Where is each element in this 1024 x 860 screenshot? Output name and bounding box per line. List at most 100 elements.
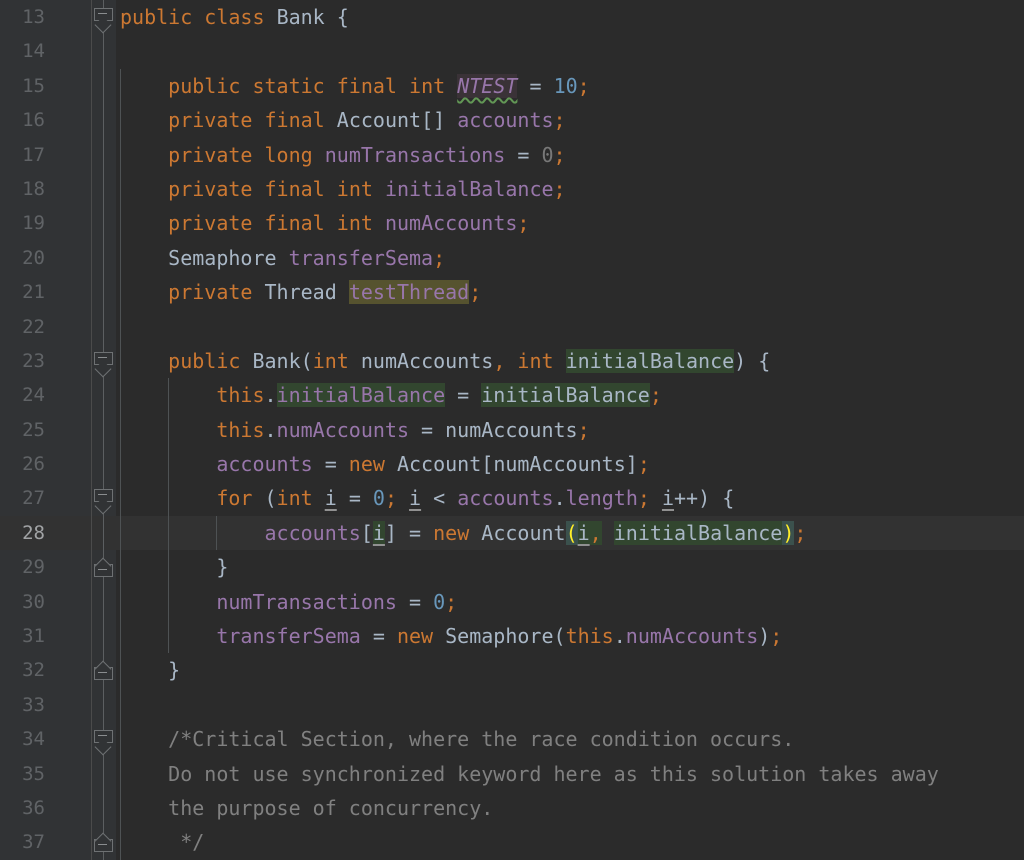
code-structure-line: [103, 34, 104, 69]
gutter-line-32[interactable]: 32: [0, 653, 91, 687]
code-line-31[interactable]: transferSema = new Semaphore(this.numAcc…: [116, 619, 1024, 654]
code-line-text: /*Critical Section, where the race condi…: [120, 727, 795, 752]
fold-rail-line-27[interactable]: [92, 481, 116, 516]
line-number-gutter[interactable]: 13 14 15 16 17 18 19 20 21 22 23 24 25 26 27 28 29 30 31 32…: [0, 0, 92, 860]
fold-rail-line-23[interactable]: [92, 343, 116, 379]
fold-rail-line-37[interactable]: [92, 825, 116, 860]
line-number: 19: [22, 212, 45, 235]
gutter-line-37[interactable]: 37: [0, 825, 91, 859]
fold-rail-line-18[interactable]: [92, 171, 116, 207]
code-line-14[interactable]: [116, 34, 1024, 68]
code-line-29[interactable]: }: [116, 550, 1024, 585]
gutter-line-24[interactable]: 24: [0, 378, 91, 412]
gutter-line-25[interactable]: 25: [0, 413, 91, 447]
gutter-line-30[interactable]: 30: [0, 585, 91, 619]
code-line-text: accounts = new Account[numAccounts];: [216, 452, 650, 477]
gutter-line-16[interactable]: 16: [0, 103, 91, 137]
fold-collapse-icon[interactable]: [94, 8, 113, 34]
fold-rail-line-35[interactable]: [92, 756, 116, 791]
code-line-15[interactable]: public static final int NTEST = 10;: [116, 68, 1024, 104]
fold-rail-line-15[interactable]: [92, 68, 116, 104]
code-line-32[interactable]: }: [116, 653, 1024, 688]
gutter-line-20[interactable]: 20: [0, 241, 91, 275]
gutter-line-19[interactable]: 19: [0, 206, 91, 240]
code-line-16[interactable]: private final Account[] accounts;: [116, 103, 1024, 138]
fold-rail-line-29[interactable]: [92, 550, 116, 585]
code-line-17[interactable]: private long numTransactions = 0;: [116, 137, 1024, 172]
gutter-line-27[interactable]: 27: [0, 481, 91, 515]
line-number: 34: [22, 728, 45, 751]
code-structure-line: [103, 447, 104, 482]
fold-rail-line-13[interactable]: [92, 0, 116, 35]
gutter-line-15[interactable]: 15: [0, 69, 91, 103]
code-line-24[interactable]: this.initialBalance = initialBalance;: [116, 378, 1024, 413]
fold-rail-line-32[interactable]: [92, 653, 116, 688]
gutter-line-14[interactable]: 14: [0, 34, 91, 68]
gutter-line-36[interactable]: 36: [0, 791, 91, 825]
gutter-line-35[interactable]: 35: [0, 757, 91, 791]
code-line-text: private final Account[] accounts;: [168, 108, 566, 133]
gutter-line-13[interactable]: 13: [0, 0, 91, 34]
code-line-text: for (int i = 0; i < accounts.length; i++…: [216, 486, 735, 511]
fold-rail-line-19[interactable]: [92, 206, 116, 241]
code-text-area[interactable]: public class Bank { public static final …: [116, 0, 1024, 860]
gutter-line-31[interactable]: 31: [0, 619, 91, 653]
fold-collapse-icon[interactable]: [94, 832, 113, 853]
code-line-25[interactable]: this.numAccounts = numAccounts;: [116, 412, 1024, 448]
gutter-line-21[interactable]: 21: [0, 275, 91, 309]
fold-collapse-icon[interactable]: [94, 351, 113, 378]
line-number: 32: [22, 659, 45, 682]
code-structure-line: [103, 171, 104, 207]
fold-rail-line-31[interactable]: [92, 619, 116, 654]
code-folding-rail[interactable]: [92, 0, 116, 860]
gutter-line-26[interactable]: 26: [0, 447, 91, 481]
code-line-34[interactable]: /*Critical Section, where the race condi…: [116, 722, 1024, 757]
code-line-18[interactable]: private final int initialBalance;: [116, 171, 1024, 207]
code-line-19[interactable]: private final int numAccounts;: [116, 206, 1024, 241]
code-line-33[interactable]: [116, 687, 1024, 723]
code-line-20[interactable]: Semaphore transferSema;: [116, 240, 1024, 276]
fold-rail-line-30[interactable]: [92, 584, 116, 620]
fold-rail-line-22[interactable]: [92, 309, 116, 344]
gutter-line-17[interactable]: 17: [0, 138, 91, 172]
code-line-35[interactable]: Do not use synchronized keyword here as …: [116, 756, 1024, 791]
gutter-line-18[interactable]: 18: [0, 172, 91, 206]
code-structure-line: [103, 584, 104, 620]
fold-collapse-icon[interactable]: [94, 557, 113, 578]
gutter-line-33[interactable]: 33: [0, 688, 91, 722]
code-line-22[interactable]: [116, 309, 1024, 344]
fold-rail-line-34[interactable]: [92, 722, 116, 757]
gutter-line-23[interactable]: 23: [0, 344, 91, 378]
code-line-28[interactable]: accounts[i] = new Account(i, initialBala…: [116, 515, 1024, 551]
fold-rail-line-36[interactable]: [92, 790, 116, 826]
code-line-27[interactable]: for (int i = 0; i < accounts.length; i++…: [116, 481, 1024, 516]
fold-collapse-icon[interactable]: [94, 730, 113, 756]
code-line-23[interactable]: public Bank(int numAccounts, int initial…: [116, 343, 1024, 379]
fold-rail-line-26[interactable]: [92, 447, 116, 482]
fold-rail-line-24[interactable]: [92, 378, 116, 413]
gutter-line-34[interactable]: 34: [0, 722, 91, 756]
code-line-30[interactable]: numTransactions = 0;: [116, 584, 1024, 620]
gutter-line-29[interactable]: 29: [0, 550, 91, 584]
fold-rail-line-17[interactable]: [92, 137, 116, 172]
code-structure-line: [103, 137, 104, 172]
fold-collapse-icon[interactable]: [94, 489, 113, 515]
fold-rail-line-21[interactable]: [92, 275, 116, 310]
code-line-36[interactable]: the purpose of concurrency.: [116, 790, 1024, 826]
fold-rail-line-16[interactable]: [92, 103, 116, 138]
code-line-37[interactable]: */: [116, 825, 1024, 860]
fold-rail-line-20[interactable]: [92, 240, 116, 276]
code-line-13[interactable]: public class Bank {: [116, 0, 1024, 34]
code-line-26[interactable]: accounts = new Account[numAccounts];: [116, 447, 1024, 482]
fold-rail-line-33[interactable]: [92, 687, 116, 723]
fold-rail-line-28[interactable]: [92, 515, 116, 551]
line-number: 35: [22, 762, 45, 785]
code-line-21[interactable]: private Thread testThread;: [116, 275, 1024, 310]
code-line-text: this.numAccounts = numAccounts;: [216, 417, 590, 442]
fold-rail-line-14[interactable]: [92, 34, 116, 69]
gutter-line-22[interactable]: 22: [0, 310, 91, 344]
code-editor[interactable]: 13 14 15 16 17 18 19 20 21 22 23 24 25 26 27 28 29 30 31 32…: [0, 0, 1024, 860]
fold-rail-line-25[interactable]: [92, 412, 116, 448]
fold-collapse-icon[interactable]: [94, 660, 113, 681]
gutter-line-28[interactable]: 28: [0, 515, 91, 551]
